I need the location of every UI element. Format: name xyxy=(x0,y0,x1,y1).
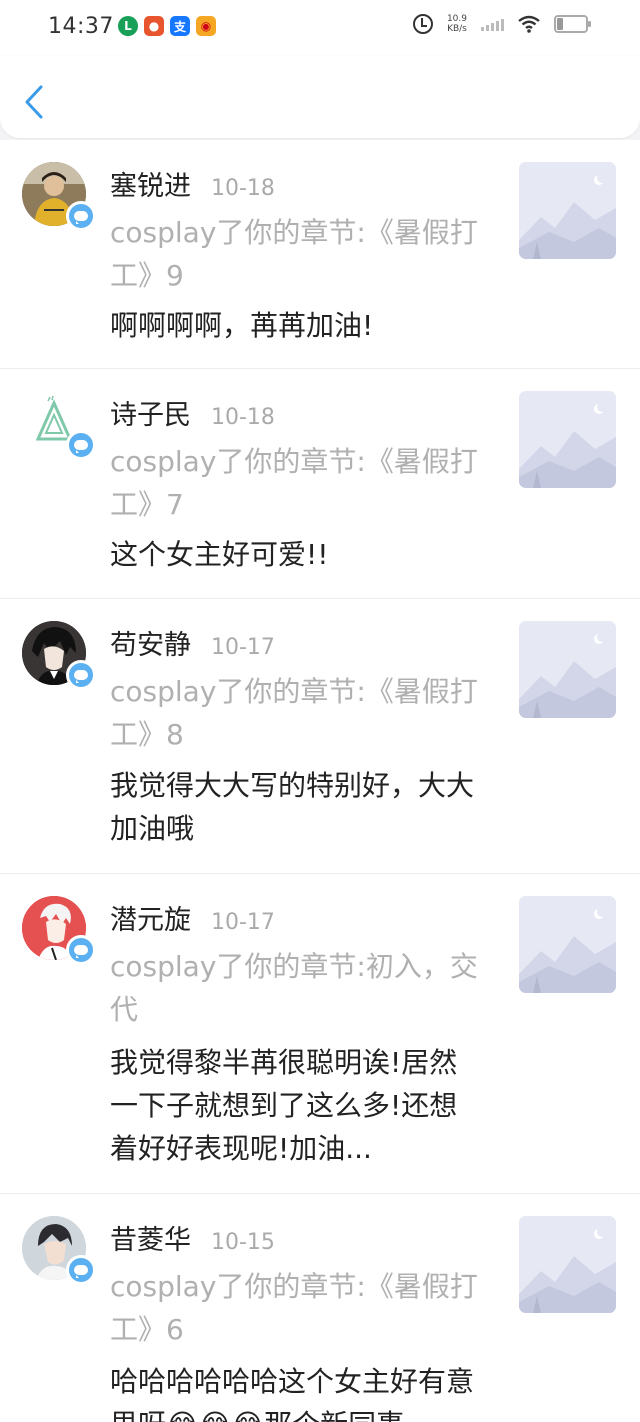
chapter-thumbnail[interactable] xyxy=(519,896,616,993)
list-item[interactable]: 诗子民 10-18 cosplay了你的章节:《暑假打工》7 这个女主好可爱!! xyxy=(0,369,640,599)
comment-badge-icon xyxy=(66,1255,96,1285)
status-bar: 14:37 L ● 支 ◉ 10.9 KB/s xyxy=(0,0,640,56)
status-time: 14:37 xyxy=(48,14,114,39)
comment-badge-icon xyxy=(66,201,96,231)
chapter-thumbnail[interactable] xyxy=(519,1216,616,1313)
list-item[interactable]: 昔菱华 10-15 cosplay了你的章节:《暑假打工》6 哈哈哈哈哈哈这个女… xyxy=(0,1194,640,1422)
chapter-reference[interactable]: cosplay了你的章节:《暑假打工》9 xyxy=(110,211,480,297)
chevron-left-icon xyxy=(25,85,43,119)
comment-text: 哈哈哈哈哈哈这个女主好有意思呀😂😂😂那个新同事 xyxy=(110,1365,475,1422)
placeholder-image-icon xyxy=(519,621,616,718)
user-name[interactable]: 昔菱华 xyxy=(110,1218,191,1257)
user-name[interactable]: 塞锐进 xyxy=(110,164,191,203)
wifi-icon xyxy=(518,15,540,33)
list-item[interactable]: 苟安静 10-17 cosplay了你的章节:《暑假打工》8 我觉得大大写的特别… xyxy=(0,599,640,874)
notification-app-icon: L xyxy=(118,16,138,36)
notification-game-icon: ● xyxy=(144,16,164,36)
back-button[interactable] xyxy=(16,82,52,122)
net-speed-value: 10.9 xyxy=(446,14,467,24)
nav-bar xyxy=(0,56,640,138)
chapter-reference[interactable]: cosplay了你的章节:初入，交代 xyxy=(110,945,480,1031)
user-name[interactable]: 诗子民 xyxy=(110,393,191,432)
list-item[interactable]: 潜元旋 10-17 cosplay了你的章节:初入，交代 我觉得黎半苒很聪明诶!… xyxy=(0,874,640,1194)
comment-text: 我觉得黎半苒很聪明诶!居然一下子就想到了这么多!还想着好好表现呢!加油... xyxy=(110,1046,458,1165)
user-name[interactable]: 潜元旋 xyxy=(110,898,191,937)
placeholder-image-icon xyxy=(519,162,616,259)
chapter-thumbnail[interactable] xyxy=(519,162,616,259)
comment-badge-icon xyxy=(66,430,96,460)
comment-text: 我觉得大大写的特别好，大大加油哦 xyxy=(110,769,475,845)
notification-icons: L ● 支 ◉ xyxy=(118,16,216,36)
date: 10-17 xyxy=(211,635,275,660)
placeholder-image-icon xyxy=(519,391,616,488)
status-right: 10.9 KB/s xyxy=(412,14,591,34)
comment-text: 这个女主好可爱!! xyxy=(110,538,329,571)
placeholder-image-icon xyxy=(519,896,616,993)
date: 10-15 xyxy=(211,1230,275,1255)
alarm-icon xyxy=(412,14,433,34)
chapter-reference[interactable]: cosplay了你的章节:《暑假打工》6 xyxy=(110,1265,480,1351)
date: 10-18 xyxy=(211,405,275,430)
weibo-icon: ◉ xyxy=(196,16,216,36)
chapter-reference[interactable]: cosplay了你的章节:《暑假打工》8 xyxy=(110,670,480,756)
comment-badge-icon xyxy=(66,660,96,690)
chapter-thumbnail[interactable] xyxy=(519,391,616,488)
net-speed: 10.9 KB/s xyxy=(447,14,467,34)
date: 10-18 xyxy=(211,176,275,201)
battery-icon xyxy=(554,15,591,33)
comment-text: 啊啊啊啊，苒苒加油! xyxy=(110,309,374,342)
alipay-icon: 支 xyxy=(170,16,190,36)
date: 10-17 xyxy=(211,910,275,935)
chapter-thumbnail[interactable] xyxy=(519,621,616,718)
placeholder-image-icon xyxy=(519,1216,616,1313)
user-name[interactable]: 苟安静 xyxy=(110,623,191,662)
net-speed-unit: KB/s xyxy=(447,24,467,34)
notification-feed: 塞锐进 10-18 cosplay了你的章节:《暑假打工》9 啊啊啊啊，苒苒加油… xyxy=(0,140,640,1422)
comment-badge-icon xyxy=(66,935,96,965)
chapter-reference[interactable]: cosplay了你的章节:《暑假打工》7 xyxy=(110,440,480,526)
signal-icon xyxy=(481,17,504,31)
list-item[interactable]: 塞锐进 10-18 cosplay了你的章节:《暑假打工》9 啊啊啊啊，苒苒加油… xyxy=(0,140,640,369)
